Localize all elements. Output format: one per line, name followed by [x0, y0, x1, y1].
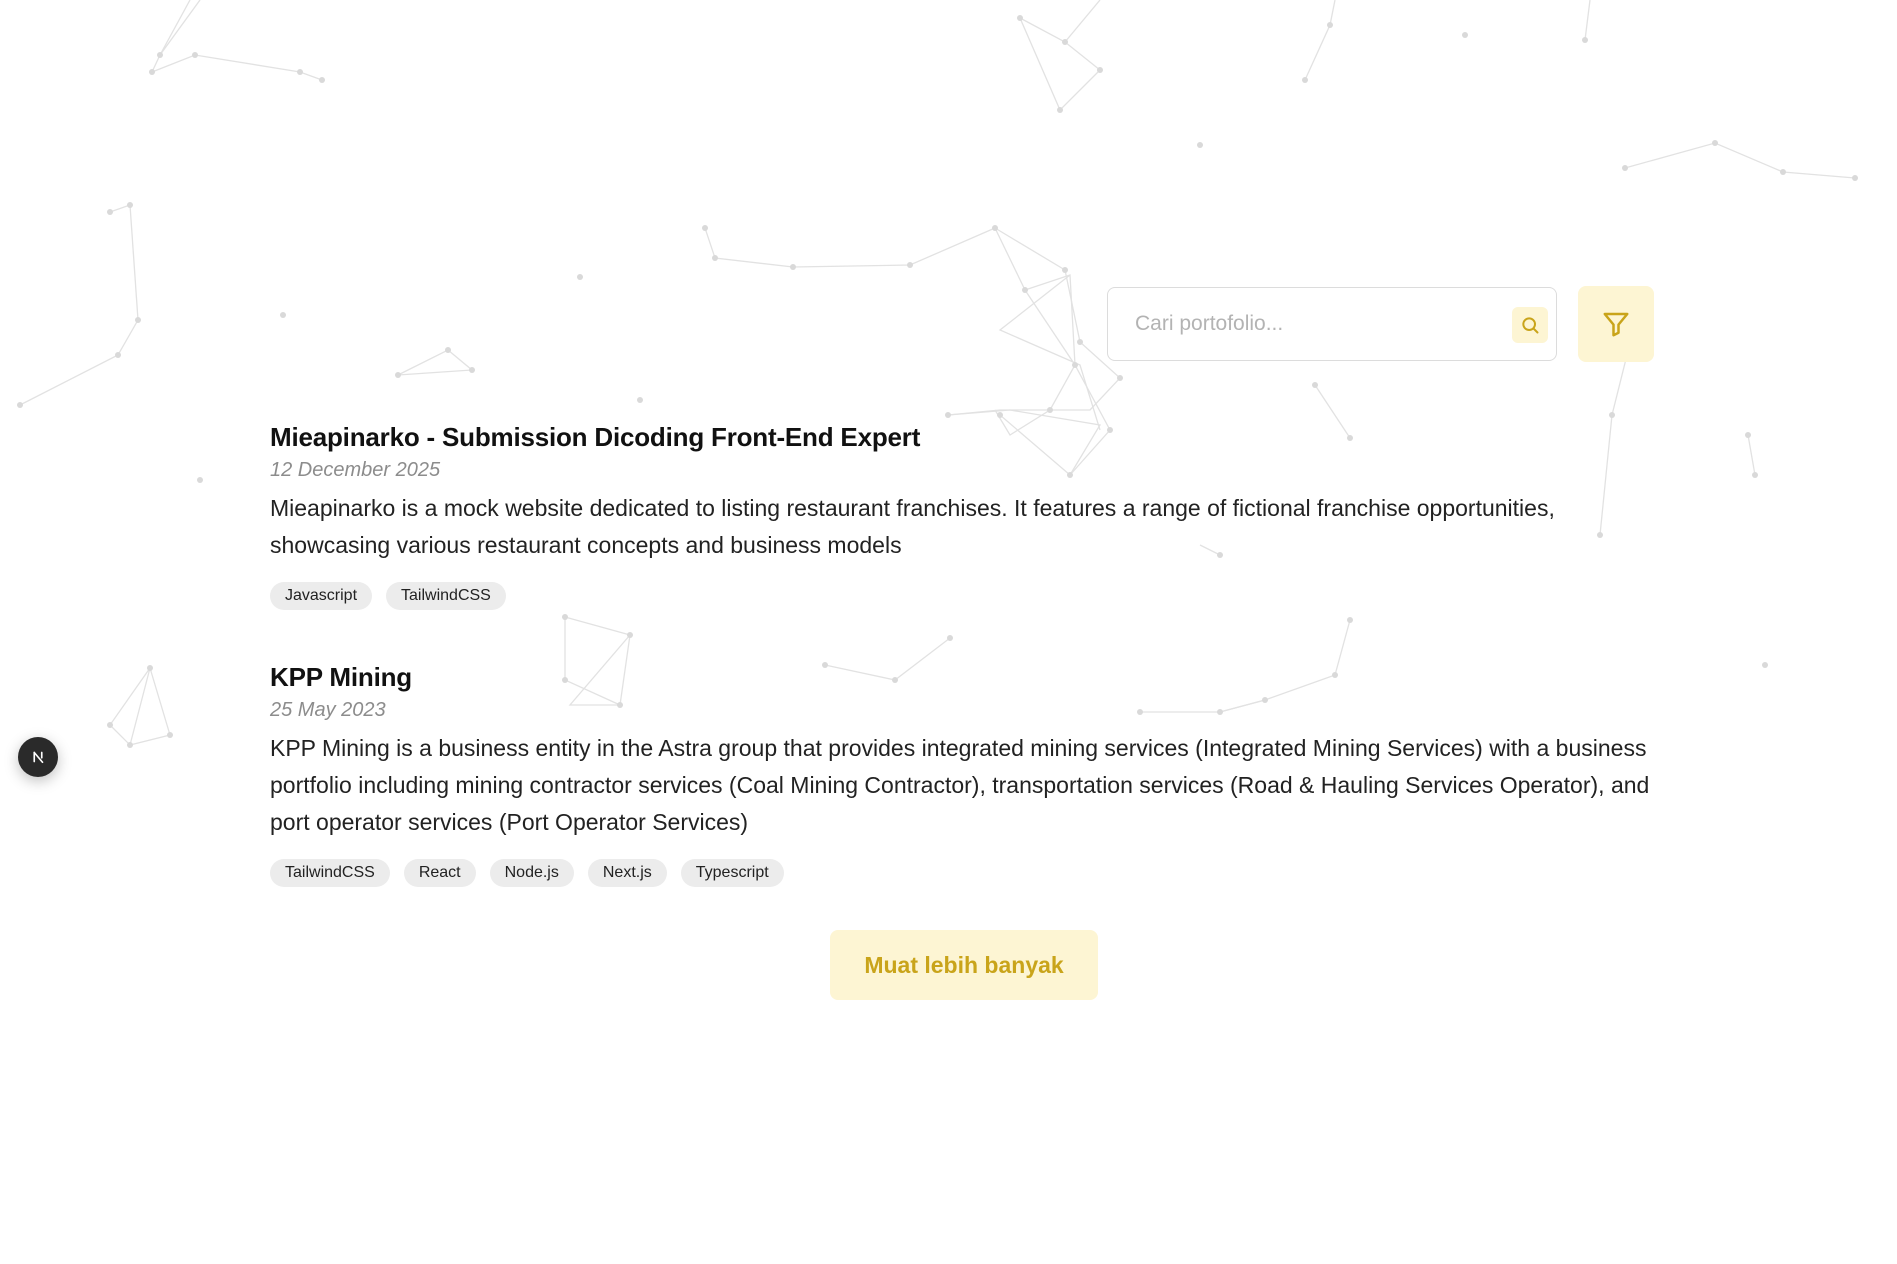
- portfolio-item[interactable]: Mieapinarko - Submission Dicoding Front-…: [270, 420, 1670, 610]
- tech-tag: Node.js: [489, 859, 574, 887]
- nextjs-dev-badge[interactable]: [18, 737, 58, 777]
- tag-list: TailwindCSS React Node.js Next.js Typesc…: [270, 859, 1670, 887]
- portfolio-item-title[interactable]: Mieapinarko - Submission Dicoding Front-…: [270, 420, 1670, 454]
- tech-tag: React: [403, 859, 476, 887]
- load-more-button[interactable]: Muat lebih banyak: [830, 930, 1098, 1000]
- portfolio-item-date: 25 May 2023: [270, 699, 386, 721]
- tag-list: Javascript TailwindCSS: [270, 582, 1670, 610]
- portfolio-item-date: 12 December 2025: [270, 459, 441, 481]
- portfolio-page: Mieapinarko - Submission Dicoding Front-…: [0, 0, 1897, 1264]
- tech-tag: Next.js: [587, 859, 667, 887]
- tech-tag: TailwindCSS: [270, 859, 390, 887]
- search-input[interactable]: [1133, 303, 1497, 345]
- portfolio-item-description: Mieapinarko is a mock website dedicated …: [270, 495, 1555, 558]
- portfolio-item-title[interactable]: KPP Mining: [270, 660, 1670, 694]
- portfolio-item-description: KPP Mining is a business entity in the A…: [270, 735, 1650, 835]
- search-bar: [1107, 287, 1557, 361]
- portfolio-list: Mieapinarko - Submission Dicoding Front-…: [270, 420, 1670, 937]
- portfolio-item[interactable]: KPP Mining 25 May 2023 KPP Mining is a b…: [270, 660, 1670, 887]
- filter-icon: [1603, 312, 1629, 337]
- nextjs-icon: [33, 751, 44, 764]
- tech-tag: Javascript: [270, 582, 373, 610]
- search-icon: [1522, 317, 1539, 334]
- filter-button[interactable]: [1578, 286, 1654, 362]
- tech-tag: TailwindCSS: [386, 582, 506, 610]
- search-button[interactable]: [1512, 307, 1548, 343]
- tech-tag: Typescript: [680, 859, 784, 887]
